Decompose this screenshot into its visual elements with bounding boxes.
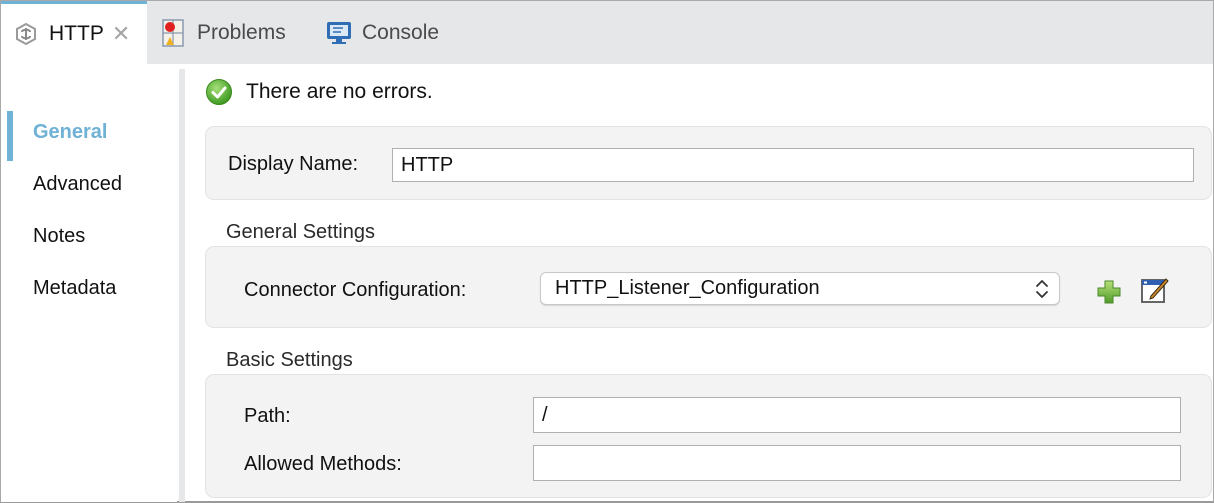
sidebar-item-metadata[interactable]: Metadata <box>33 277 116 300</box>
tab-http[interactable]: HTTP ✕ <box>1 1 147 64</box>
general-settings-title: General Settings <box>226 221 375 243</box>
check-circle-icon <box>206 79 232 105</box>
tab-http-label: HTTP <box>49 22 104 45</box>
display-name-input[interactable]: HTTP <box>392 148 1194 182</box>
properties-view: HTTP ✕ Problems Console General Advanced… <box>0 0 1214 503</box>
chevron-updown-icon <box>1036 280 1048 298</box>
sidebar-item-general[interactable]: General <box>33 121 107 144</box>
connector-configuration-value: HTTP_Listener_Configuration <box>555 277 820 299</box>
problems-icon <box>161 18 187 47</box>
tab-problems-label: Problems <box>197 20 286 44</box>
validation-status: There are no errors. <box>205 78 433 106</box>
basic-settings-title: Basic Settings <box>226 349 353 371</box>
active-indicator <box>7 111 13 161</box>
display-name-label: Display Name: <box>228 153 359 175</box>
edit-configuration-button[interactable] <box>1139 274 1171 306</box>
sidebar: General Advanced Notes Metadata <box>1 64 177 502</box>
edit-icon <box>1141 278 1169 303</box>
tab-console[interactable]: Console <box>326 1 439 64</box>
plus-icon <box>1097 280 1121 304</box>
status-text: There are no errors. <box>246 80 433 103</box>
path-input[interactable]: / <box>533 397 1181 433</box>
sidebar-divider[interactable] <box>179 69 185 502</box>
allowed-methods-label: Allowed Methods: <box>244 453 402 475</box>
sidebar-item-advanced[interactable]: Advanced <box>33 173 122 196</box>
console-icon <box>326 20 352 46</box>
close-icon[interactable]: ✕ <box>112 23 130 45</box>
allowed-methods-input[interactable] <box>533 445 1181 481</box>
connector-configuration-select[interactable]: HTTP_Listener_Configuration <box>540 272 1060 305</box>
tab-console-label: Console <box>362 20 440 44</box>
tab-bar: HTTP ✕ Problems Console <box>1 1 1213 64</box>
path-label: Path: <box>244 405 291 427</box>
sidebar-item-notes[interactable]: Notes <box>33 225 85 248</box>
tab-problems[interactable]: Problems <box>161 1 286 64</box>
add-configuration-button[interactable] <box>1093 276 1125 308</box>
http-connector-icon <box>13 21 39 47</box>
connector-configuration-label: Connector Configuration: <box>244 279 467 301</box>
